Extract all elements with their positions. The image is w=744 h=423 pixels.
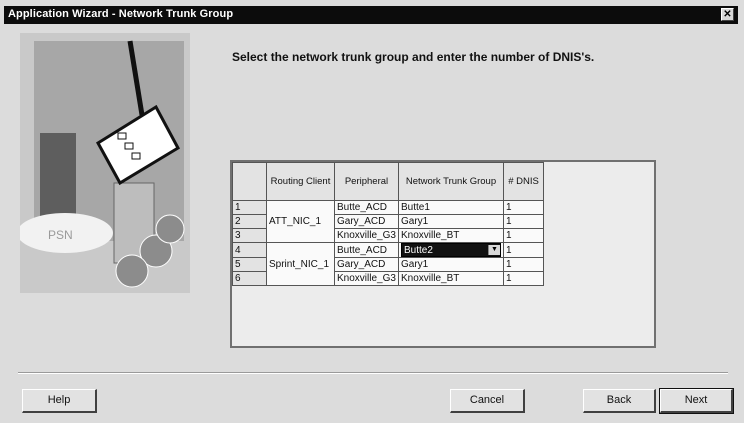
grid-header-row: Routing Client Peripheral Network Trunk … [232,162,544,201]
row-number: 3 [232,228,267,243]
column-header-routing-client: Routing Client [266,162,335,201]
dnis-cell[interactable]: 1 [503,271,544,286]
help-button[interactable]: Help [22,389,97,413]
close-icon: ✕ [723,9,732,20]
network-trunk-group-cell[interactable]: Gary1 [398,214,504,229]
wizard-window: Application Wizard - Network Trunk Group… [0,0,744,423]
network-trunk-group-cell[interactable]: Butte1 [398,200,504,215]
close-button[interactable]: ✕ [721,8,734,21]
peripheral-cell: Gary_ACD [334,257,399,272]
row-number: 1 [232,200,267,215]
network-trunk-group-cell-selected[interactable]: Butte2 ▼ [398,242,504,258]
peripheral-cell: Butte_ACD [334,200,399,215]
title-bar: Application Wizard - Network Trunk Group… [4,6,738,24]
cancel-button[interactable]: Cancel [450,389,525,413]
network-trunk-group-cell[interactable]: Gary1 [398,257,504,272]
peripheral-cell: Knoxville_G3 [334,228,399,243]
wizard-illustration: PSN [17,33,190,293]
network-trunk-group-dropdown[interactable]: Butte2 ▼ [401,243,501,257]
row-number: 5 [232,257,267,272]
column-header-network-trunk-group: Network Trunk Group [398,162,504,201]
network-trunk-group-cell[interactable]: Knoxville_BT [398,228,504,243]
peripheral-cell: Butte_ACD [334,242,399,258]
routing-client-cell: ATT_NIC_1 [266,200,335,243]
dnis-cell[interactable]: 1 [503,228,544,243]
grid-table: Routing Client Peripheral Network Trunk … [232,162,544,286]
row-number: 2 [232,214,267,229]
column-header-peripheral: Peripheral [334,162,399,201]
back-button[interactable]: Back [583,389,656,413]
dropdown-arrow-icon[interactable]: ▼ [488,245,500,255]
psn-label: PSN [48,228,73,242]
next-button[interactable]: Next [659,388,734,414]
column-header-dnis: # DNIS [503,162,544,201]
page-heading: Select the network trunk group and enter… [232,50,595,64]
corner-header [232,162,267,201]
button-separator [18,372,728,374]
dnis-cell[interactable]: 1 [503,242,544,258]
dnis-cell[interactable]: 1 [503,257,544,272]
routing-client-cell: Sprint_NIC_1 [266,242,335,286]
trunk-group-grid: Routing Client Peripheral Network Trunk … [230,160,656,348]
window-title: Application Wizard - Network Trunk Group [8,8,234,20]
table-row[interactable]: 1 ATT_NIC_1 Butte_ACD Butte1 1 [232,200,544,243]
dnis-cell[interactable]: 1 [503,214,544,229]
dnis-cell[interactable]: 1 [503,200,544,215]
row-number: 6 [232,271,267,286]
row-number: 4 [232,242,267,258]
dropdown-selected-value: Butte2 [404,244,433,256]
peripheral-cell: Knoxville_G3 [334,271,399,286]
table-row[interactable]: 4 Sprint_NIC_1 Butte_ACD Butte2 ▼ 1 [232,242,544,286]
peripheral-cell: Gary_ACD [334,214,399,229]
network-trunk-group-cell[interactable]: Knoxville_BT [398,271,504,286]
